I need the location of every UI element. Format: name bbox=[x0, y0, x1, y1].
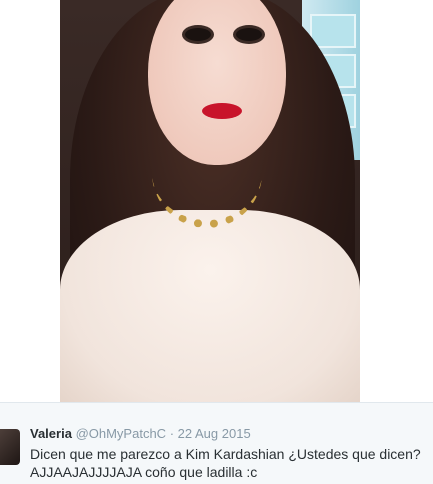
tweet-media bbox=[0, 0, 433, 402]
tweet-card: Valeria @OhMyPatchC · 22 Aug 2015 Dicen … bbox=[0, 402, 433, 484]
tweet-text-line1: Dicen que me parezco a Kim Kardashian ¿U… bbox=[30, 446, 421, 462]
face-shape bbox=[148, 0, 286, 165]
user-handle[interactable]: @OhMyPatchC bbox=[76, 426, 167, 441]
tweet-date[interactable]: 22 Aug 2015 bbox=[178, 426, 251, 441]
lips-shape bbox=[202, 103, 242, 119]
display-name[interactable]: Valeria bbox=[30, 426, 72, 441]
left-eye bbox=[185, 28, 211, 41]
tweet-text: Dicen que me parezco a Kim Kardashian ¿U… bbox=[30, 445, 430, 481]
right-eye bbox=[236, 28, 262, 41]
tweet-photo[interactable] bbox=[60, 0, 360, 402]
meta-separator: · bbox=[169, 426, 175, 441]
user-avatar[interactable] bbox=[0, 429, 20, 465]
tweet-header: Valeria @OhMyPatchC · 22 Aug 2015 bbox=[30, 426, 251, 441]
tweet-text-line2: AJJAAJAJJJJAJA coño que ladilla :c bbox=[30, 464, 258, 480]
shirt-shape bbox=[60, 210, 360, 402]
